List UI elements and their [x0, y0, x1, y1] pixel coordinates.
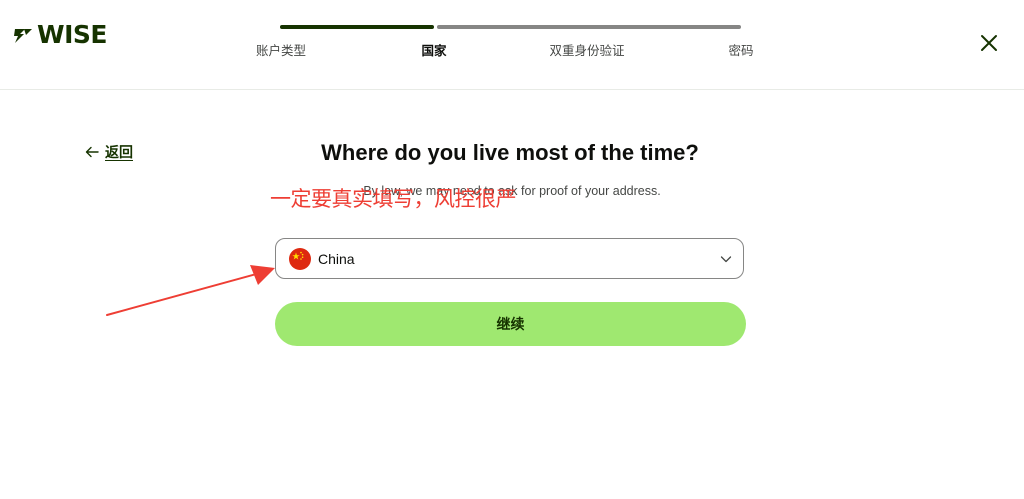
top-header: WISE 账户类型 国家 双重身份验证 密码: [0, 0, 1024, 90]
page-title-text: Where do you live most of the time?: [321, 140, 699, 165]
annotation-arrow-icon: [106, 265, 275, 316]
progress-bar-remaining: [437, 25, 741, 29]
page-title: Where do you live most of the time?: [0, 140, 1024, 166]
step-account-type: 账户类型: [256, 44, 307, 58]
step-country: 国家: [421, 44, 447, 58]
continue-button[interactable]: 继续: [275, 302, 746, 346]
wise-logo[interactable]: WISE: [12, 22, 107, 47]
country-select[interactable]: China: [275, 238, 744, 279]
step-two-factor: 双重身份验证: [549, 44, 625, 58]
page: WISE 账户类型 国家 双重身份验证 密码 返回 Where do you l…: [0, 0, 1024, 499]
close-icon[interactable]: [977, 31, 1001, 55]
wise-flag-icon: [14, 28, 32, 43]
progress-bar-completed: [280, 25, 434, 29]
country-select-value: China: [318, 251, 355, 267]
chevron-down-icon: [720, 256, 732, 263]
signup-progress: 账户类型 国家 双重身份验证 密码: [256, 24, 754, 64]
logo-wordmark: WISE: [37, 20, 107, 49]
annotation-note: 一定要真实填写，风控很严: [270, 187, 517, 211]
china-flag-icon: [289, 248, 311, 270]
step-password: 密码: [728, 44, 754, 58]
